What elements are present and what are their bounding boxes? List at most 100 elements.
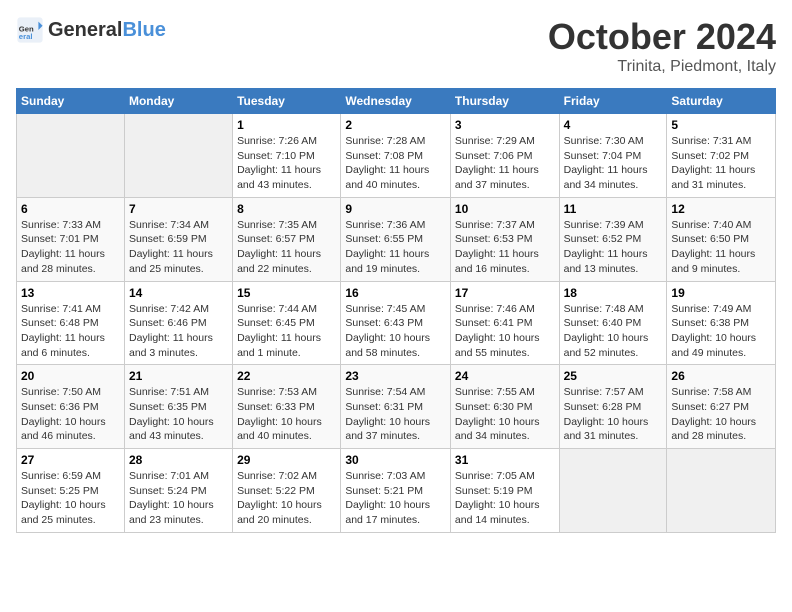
calendar-cell: 10 Sunrise: 7:37 AMSunset: 6:53 PMDayligh… [450, 197, 559, 281]
day-info: Sunrise: 7:50 AMSunset: 6:36 PMDaylight:… [21, 385, 120, 444]
calendar-header: SundayMondayTuesdayWednesdayThursdayFrid… [17, 89, 776, 114]
calendar-cell: 18 Sunrise: 7:48 AMSunset: 6:40 PMDayligh… [559, 281, 667, 365]
logo-general-text: General [48, 19, 122, 41]
logo-blue-text: Blue [122, 19, 165, 41]
day-info: Sunrise: 7:33 AMSunset: 7:01 PMDaylight:… [21, 218, 120, 277]
day-info: Sunrise: 7:37 AMSunset: 6:53 PMDaylight:… [455, 218, 555, 277]
weekday-header-row: SundayMondayTuesdayWednesdayThursdayFrid… [17, 89, 776, 114]
calendar-cell: 12 Sunrise: 7:40 AMSunset: 6:50 PMDayligh… [667, 197, 776, 281]
calendar-week-row: 6 Sunrise: 7:33 AMSunset: 7:01 PMDaylight… [17, 197, 776, 281]
day-number: 6 [21, 202, 120, 216]
calendar-cell: 6 Sunrise: 7:33 AMSunset: 7:01 PMDaylight… [17, 197, 125, 281]
day-number: 16 [345, 286, 446, 300]
day-number: 21 [129, 369, 228, 383]
calendar-cell: 14Sunrise: 7:42 AMSunset: 6:46 PMDayligh… [124, 281, 232, 365]
calendar-cell: 29Sunrise: 7:02 AMSunset: 5:22 PMDayligh… [233, 449, 341, 533]
day-info: Sunrise: 7:39 AMSunset: 6:52 PMDaylight:… [564, 218, 663, 277]
day-number: 18 [564, 286, 663, 300]
day-number: 27 [21, 453, 120, 467]
weekday-header: Friday [559, 89, 667, 114]
day-number: 9 [345, 202, 446, 216]
day-number: 29 [237, 453, 336, 467]
calendar-cell: 4 Sunrise: 7:30 AMSunset: 7:04 PMDaylight… [559, 114, 667, 198]
calendar-cell: 27 Sunrise: 6:59 AMSunset: 5:25 PMDayligh… [17, 449, 125, 533]
day-number: 4 [564, 118, 663, 132]
day-info: Sunrise: 7:26 AMSunset: 7:10 PMDaylight:… [237, 134, 336, 193]
day-info: Sunrise: 7:05 AMSunset: 5:19 PMDaylight:… [455, 469, 555, 528]
calendar-cell [667, 449, 776, 533]
calendar-cell [17, 114, 125, 198]
day-info: Sunrise: 7:46 AMSunset: 6:41 PMDaylight:… [455, 302, 555, 361]
calendar-week-row: 13 Sunrise: 7:41 AMSunset: 6:48 PMDayligh… [17, 281, 776, 365]
day-number: 26 [671, 369, 771, 383]
day-number: 3 [455, 118, 555, 132]
day-info: Sunrise: 7:41 AMSunset: 6:48 PMDaylight:… [21, 302, 120, 361]
day-info: Sunrise: 7:48 AMSunset: 6:40 PMDaylight:… [564, 302, 663, 361]
calendar-cell: 21 Sunrise: 7:51 AMSunset: 6:35 PMDayligh… [124, 365, 232, 449]
weekday-header: Thursday [450, 89, 559, 114]
day-info: Sunrise: 7:34 AMSunset: 6:59 PMDaylight:… [129, 218, 228, 277]
weekday-header: Tuesday [233, 89, 341, 114]
day-info: Sunrise: 7:35 AMSunset: 6:57 PMDaylight:… [237, 218, 336, 277]
weekday-header: Wednesday [341, 89, 451, 114]
calendar-cell: 11 Sunrise: 7:39 AMSunset: 6:52 PMDayligh… [559, 197, 667, 281]
day-info: Sunrise: 7:28 AMSunset: 7:08 PMDaylight:… [345, 134, 446, 193]
calendar-cell: 8 Sunrise: 7:35 AMSunset: 6:57 PMDaylight… [233, 197, 341, 281]
day-number: 8 [237, 202, 336, 216]
day-number: 12 [671, 202, 771, 216]
day-info: Sunrise: 7:30 AMSunset: 7:04 PMDaylight:… [564, 134, 663, 193]
logo: Gen eral GeneralBlue [16, 16, 166, 44]
day-info: Sunrise: 7:29 AMSunset: 7:06 PMDaylight:… [455, 134, 555, 193]
calendar-cell [124, 114, 232, 198]
calendar-table: SundayMondayTuesdayWednesdayThursdayFrid… [16, 88, 776, 533]
calendar-cell: 17 Sunrise: 7:46 AMSunset: 6:41 PMDayligh… [450, 281, 559, 365]
day-number: 1 [237, 118, 336, 132]
day-info: Sunrise: 6:59 AMSunset: 5:25 PMDaylight:… [21, 469, 120, 528]
calendar-cell: 13 Sunrise: 7:41 AMSunset: 6:48 PMDayligh… [17, 281, 125, 365]
calendar-cell: 31 Sunrise: 7:05 AMSunset: 5:19 PMDayligh… [450, 449, 559, 533]
calendar-cell: 3 Sunrise: 7:29 AMSunset: 7:06 PMDaylight… [450, 114, 559, 198]
day-number: 24 [455, 369, 555, 383]
day-info: Sunrise: 7:58 AMSunset: 6:27 PMDaylight:… [671, 385, 771, 444]
calendar-cell: 5Sunrise: 7:31 AMSunset: 7:02 PMDaylight… [667, 114, 776, 198]
location-title: Trinita, Piedmont, Italy [548, 58, 776, 76]
calendar-cell: 24 Sunrise: 7:55 AMSunset: 6:30 PMDayligh… [450, 365, 559, 449]
day-number: 2 [345, 118, 446, 132]
calendar-cell: 23Sunrise: 7:54 AMSunset: 6:31 PMDayligh… [341, 365, 451, 449]
day-info: Sunrise: 7:51 AMSunset: 6:35 PMDaylight:… [129, 385, 228, 444]
day-number: 30 [345, 453, 446, 467]
calendar-week-row: 27 Sunrise: 6:59 AMSunset: 5:25 PMDayligh… [17, 449, 776, 533]
day-info: Sunrise: 7:55 AMSunset: 6:30 PMDaylight:… [455, 385, 555, 444]
day-info: Sunrise: 7:40 AMSunset: 6:50 PMDaylight:… [671, 218, 771, 277]
title-block: October 2024 Trinita, Piedmont, Italy [548, 16, 776, 76]
calendar-cell: 26 Sunrise: 7:58 AMSunset: 6:27 PMDayligh… [667, 365, 776, 449]
month-title: October 2024 [548, 16, 776, 58]
calendar-cell: 25Sunrise: 7:57 AMSunset: 6:28 PMDayligh… [559, 365, 667, 449]
calendar-cell: 28Sunrise: 7:01 AMSunset: 5:24 PMDayligh… [124, 449, 232, 533]
day-number: 15 [237, 286, 336, 300]
calendar-cell: 7Sunrise: 7:34 AMSunset: 6:59 PMDaylight… [124, 197, 232, 281]
calendar-cell: 15 Sunrise: 7:44 AMSunset: 6:45 PMDayligh… [233, 281, 341, 365]
logo-icon: Gen eral [16, 16, 44, 44]
day-info: Sunrise: 7:44 AMSunset: 6:45 PMDaylight:… [237, 302, 336, 361]
day-number: 31 [455, 453, 555, 467]
day-number: 13 [21, 286, 120, 300]
day-number: 10 [455, 202, 555, 216]
weekday-header: Monday [124, 89, 232, 114]
weekday-header: Saturday [667, 89, 776, 114]
weekday-header: Sunday [17, 89, 125, 114]
day-number: 19 [671, 286, 771, 300]
day-number: 17 [455, 286, 555, 300]
day-info: Sunrise: 7:31 AMSunset: 7:02 PMDaylight:… [671, 134, 771, 193]
calendar-cell: 30Sunrise: 7:03 AMSunset: 5:21 PMDayligh… [341, 449, 451, 533]
day-number: 11 [564, 202, 663, 216]
day-number: 20 [21, 369, 120, 383]
day-info: Sunrise: 7:36 AMSunset: 6:55 PMDaylight:… [345, 218, 446, 277]
day-number: 25 [564, 369, 663, 383]
calendar-week-row: 1 Sunrise: 7:26 AMSunset: 7:10 PMDaylight… [17, 114, 776, 198]
svg-text:eral: eral [19, 32, 33, 41]
day-info: Sunrise: 7:49 AMSunset: 6:38 PMDaylight:… [671, 302, 771, 361]
day-number: 22 [237, 369, 336, 383]
calendar-cell: 20 Sunrise: 7:50 AMSunset: 6:36 PMDayligh… [17, 365, 125, 449]
calendar-cell: 16Sunrise: 7:45 AMSunset: 6:43 PMDayligh… [341, 281, 451, 365]
